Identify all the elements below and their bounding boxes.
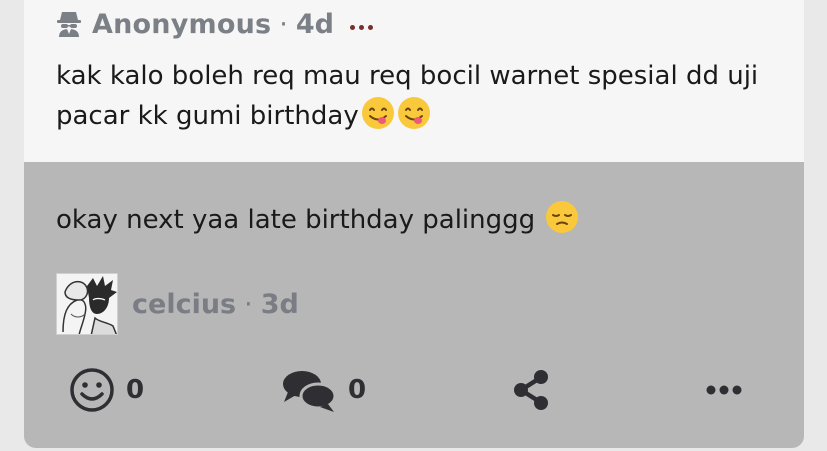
question-section: Anonymous · 4d kak kalo boleh req mau re… [24,0,804,162]
avatar[interactable] [56,273,118,335]
question-body: kak kalo boleh req mau req bocil warnet … [56,56,786,136]
smiley-icon [70,368,114,412]
savoring-face-emoji [397,97,430,129]
comments-icon [283,371,337,412]
question-author[interactable]: Anonymous [92,9,271,40]
meta-separator: · [244,288,253,320]
answer-text: okay next yaa late birthday palinggg [56,205,536,235]
question-menu-button[interactable] [349,6,373,42]
spy-icon [57,12,81,37]
menu-dot [349,24,355,30]
share-icon [514,370,548,410]
question-header: Anonymous · 4d [56,6,373,42]
savoring-face-emoji [361,97,394,129]
menu-dot [358,24,364,30]
question-timestamp: 4d [295,8,334,40]
action-bar: 0 0 [24,360,804,420]
answer-author[interactable]: celcius [132,289,236,320]
reaction-count: 0 [126,375,145,405]
avatar-image [57,274,117,334]
answer-author-row: celcius · 3d [56,273,299,335]
share-button[interactable] [509,366,553,414]
answer-timestamp: 3d [260,288,299,320]
more-dots-icon [706,385,742,395]
comments-button[interactable]: 0 [280,366,366,414]
menu-dot [367,24,373,30]
pensive-face-emoji [546,201,579,233]
meta-separator: · [279,8,288,40]
answer-body: okay next yaa late birthday palinggg [56,200,786,240]
more-button[interactable] [704,366,744,414]
answer-card: Anonymous · 4d kak kalo boleh req mau re… [24,0,804,448]
comments-count: 0 [348,375,367,405]
reaction-button[interactable]: 0 [68,366,144,414]
